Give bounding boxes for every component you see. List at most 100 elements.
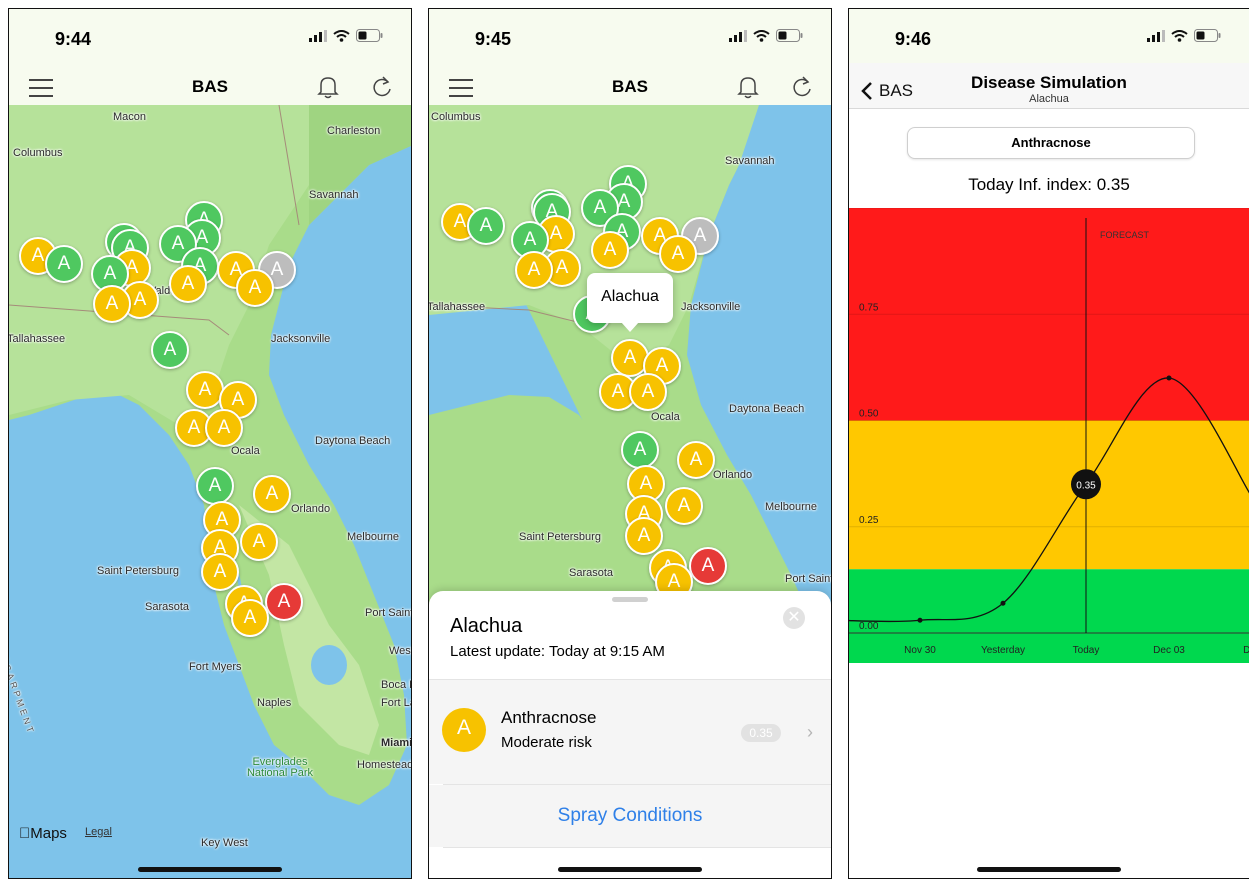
sheet-grabber[interactable] [612, 597, 648, 602]
map-marker[interactable]: A [45, 245, 83, 283]
map-marker[interactable]: A [665, 487, 703, 525]
refresh-icon[interactable] [371, 75, 393, 99]
city-label: Melbourne [347, 531, 399, 543]
city-label: Fort Lauderdale [381, 697, 411, 709]
city-label: Key West [201, 837, 248, 849]
map-marker[interactable]: A [236, 269, 274, 307]
y-tick-label: 0.50 [859, 409, 879, 420]
city-label: Boca Raton [381, 679, 411, 691]
disease-marker: A [442, 708, 486, 752]
wifi-icon [1171, 29, 1188, 42]
status-time: 9:44 [55, 29, 92, 49]
map-marker[interactable]: A [625, 517, 663, 555]
bell-icon[interactable] [737, 75, 759, 99]
close-icon[interactable]: ✕ [783, 607, 805, 629]
map-marker[interactable]: A [467, 207, 505, 245]
map-marker[interactable]: A [659, 235, 697, 273]
maps-logo-text: Maps [19, 825, 67, 842]
disease-row[interactable]: A Anthracnose Moderate risk 0.35 › [429, 680, 831, 784]
status-icons [1147, 29, 1221, 42]
wifi-icon [333, 29, 350, 42]
chevron-right-icon: › [807, 722, 813, 742]
map-marker[interactable]: A [515, 251, 553, 289]
x-tick-label: Yesterday [981, 645, 1025, 656]
city-label: Melbourne [765, 501, 817, 513]
battery-icon [1194, 29, 1221, 42]
status-icons [729, 29, 803, 42]
map-marker[interactable]: A [169, 265, 207, 303]
city-label: Jacksonville [681, 301, 741, 313]
index-badge: 0.35 [741, 724, 781, 742]
divider [443, 847, 831, 848]
city-label: Columbus [13, 147, 63, 159]
city-label: Naples [257, 697, 292, 709]
map-marker[interactable]: A [231, 599, 269, 637]
x-tick-label: Dec [1243, 645, 1249, 656]
app-title: BAS [192, 77, 228, 96]
map-marker[interactable]: A [689, 547, 727, 585]
map-callout[interactable]: Alachua [587, 273, 673, 332]
status-time: 9:46 [895, 29, 932, 49]
y-tick-label: 0.75 [859, 302, 879, 313]
map-marker[interactable]: A [201, 553, 239, 591]
legal-link[interactable]: Legal [85, 826, 112, 838]
city-label: Fort Myers [189, 661, 242, 673]
map-marker[interactable]: A [621, 431, 659, 469]
city-label: Homestead [357, 759, 411, 771]
today-value-label: 0.35 [1076, 480, 1096, 491]
city-label: Savannah [725, 155, 775, 167]
city-label: Sarasota [145, 601, 190, 613]
refresh-icon[interactable] [791, 75, 813, 99]
city-label: Port Saint Lucie [365, 607, 411, 619]
x-tick-label: Today [1073, 645, 1100, 656]
screen-subtitle: Alachua [1029, 93, 1069, 105]
map-marker[interactable]: A [196, 467, 234, 505]
city-label: Daytona Beach [729, 403, 805, 415]
status-bar: 9:46 [849, 9, 1249, 63]
nav-bar: BAS [429, 63, 831, 109]
city-label: West Palm Beach [389, 645, 411, 657]
map-marker[interactable]: A [677, 441, 715, 479]
city-label: Macon [113, 111, 147, 123]
map-marker[interactable]: A [591, 231, 629, 269]
risk-band [849, 569, 1249, 633]
data-point [1166, 375, 1172, 381]
bell-icon[interactable] [317, 75, 339, 99]
map-marker[interactable]: A [253, 475, 291, 513]
map-view[interactable]: Macon Charleston Columbus Savannah Valdo… [9, 105, 411, 878]
map-marker[interactable]: A [265, 583, 303, 621]
spray-conditions-button[interactable]: Spray Conditions [429, 785, 831, 847]
infection-index-chart: 0.000.250.500.751.00Nov 30YesterdayToday… [849, 208, 1249, 663]
city-label: Ocala [651, 411, 680, 423]
wifi-icon [753, 29, 770, 42]
latest-update: Latest update: Today at 9:15 AM [450, 643, 665, 660]
y-tick-label: 0.00 [859, 621, 879, 632]
map-marker[interactable]: A [93, 285, 131, 323]
cellular-signal-icon [309, 29, 327, 42]
status-bar: 9:44 [9, 9, 411, 63]
park-label: Everglades National Park [246, 756, 314, 779]
city-label: Ocala [231, 445, 260, 457]
city-label: Daytona Beach [315, 435, 391, 447]
cellular-signal-icon [1147, 29, 1165, 42]
city-label: Saint Petersburg [519, 531, 601, 543]
map-marker[interactable]: A [240, 523, 278, 561]
city-label: Jacksonville [271, 333, 331, 345]
map-marker[interactable]: A [151, 331, 189, 369]
status-icons [309, 29, 383, 42]
detail-sheet: ✕ Alachua Latest update: Today at 9:15 A… [429, 591, 831, 878]
data-point [1000, 600, 1006, 606]
cellular-signal-icon [729, 29, 747, 42]
apple-maps-logo: Maps [19, 825, 67, 842]
data-point [917, 617, 923, 623]
city-label: Columbus [431, 111, 481, 123]
map-marker[interactable]: A [205, 409, 243, 447]
city-label: Tallahassee [429, 301, 486, 313]
map-marker[interactable]: A [629, 373, 667, 411]
sheet-title: Alachua [450, 615, 523, 637]
city-label: Orlando [713, 469, 753, 481]
y-tick-label: 0.25 [859, 515, 879, 526]
app-title: BAS [612, 77, 648, 96]
disease-selector-button[interactable]: Anthracnose [907, 127, 1195, 159]
nav-bar: BAS [9, 63, 411, 109]
